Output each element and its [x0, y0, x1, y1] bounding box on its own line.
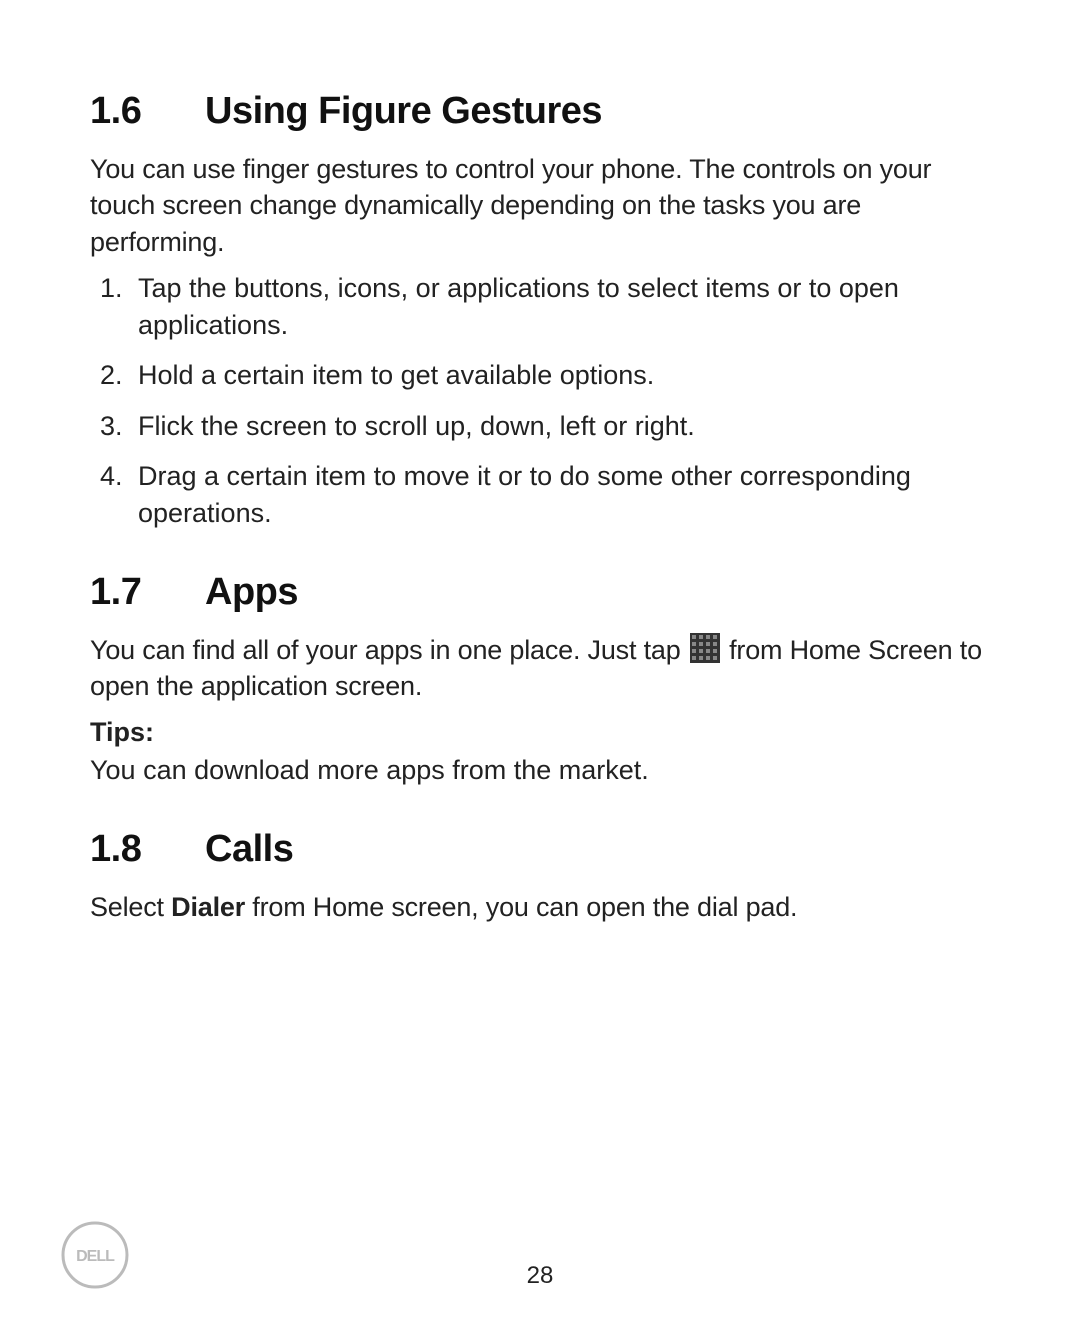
- tips-label: Tips:: [90, 717, 990, 748]
- section-title: Apps: [205, 571, 990, 614]
- section-body: You can use finger gestures to control y…: [90, 151, 990, 260]
- body-text-pre: Select: [90, 892, 171, 922]
- page-content: 1.6 Using Figure Gestures You can use fi…: [0, 0, 1080, 926]
- section-apps: 1.7 Apps You can find all of your apps i…: [90, 571, 990, 788]
- section-heading: 1.6 Using Figure Gestures: [90, 90, 990, 133]
- body-text-bold: Dialer: [171, 892, 245, 922]
- section-number: 1.7: [90, 571, 205, 614]
- list-item: Flick the screen to scroll up, down, lef…: [130, 408, 990, 444]
- section-body: Select Dialer from Home screen, you can …: [90, 889, 990, 925]
- section-number: 1.6: [90, 90, 205, 133]
- section-title: Calls: [205, 828, 990, 871]
- list-item: Drag a certain item to move it or to do …: [130, 458, 990, 531]
- section-heading: 1.8 Calls: [90, 828, 990, 871]
- tips-body: You can download more apps from the mark…: [90, 752, 990, 788]
- section-title: Using Figure Gestures: [205, 90, 990, 133]
- apps-grid-icon: [690, 633, 720, 663]
- page-number: 28: [0, 1262, 1080, 1290]
- section-heading: 1.7 Apps: [90, 571, 990, 614]
- dell-logo-icon: DELL: [60, 1220, 130, 1290]
- section-body: You can find all of your apps in one pla…: [90, 632, 990, 705]
- section-number: 1.8: [90, 828, 205, 871]
- list-item: Hold a certain item to get available opt…: [130, 357, 990, 393]
- section-gestures: 1.6 Using Figure Gestures You can use fi…: [90, 90, 990, 531]
- svg-text:DELL: DELL: [76, 1248, 115, 1265]
- section-calls: 1.8 Calls Select Dialer from Home screen…: [90, 828, 990, 925]
- body-text-post: from Home screen, you can open the dial …: [245, 892, 797, 922]
- list-item: Tap the buttons, icons, or applications …: [130, 270, 990, 343]
- body-text-pre: You can find all of your apps in one pla…: [90, 635, 688, 665]
- steps-list: Tap the buttons, icons, or applications …: [90, 270, 990, 531]
